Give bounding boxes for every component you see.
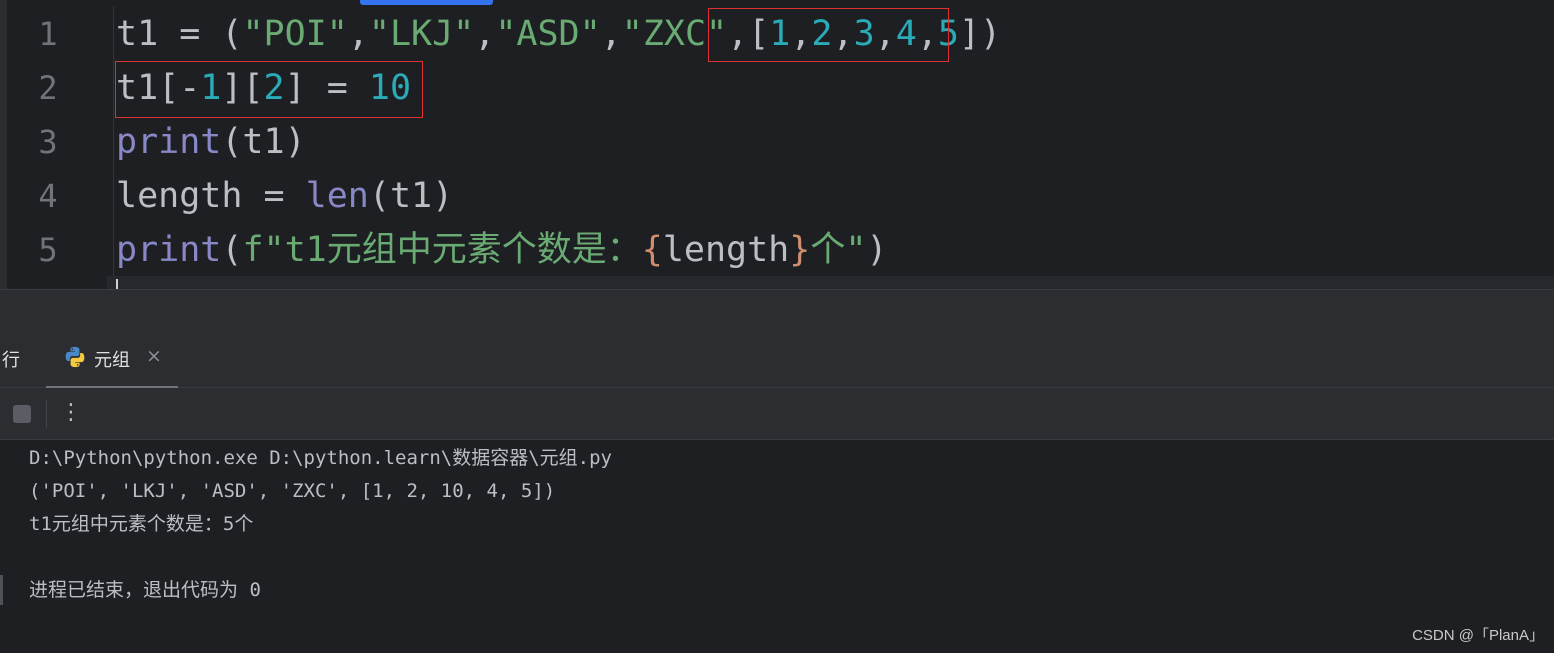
console-line: ('POI', 'LKJ', 'ASD', 'ZXC', [1, 2, 10, … — [29, 480, 556, 502]
stop-icon[interactable] — [13, 405, 31, 423]
code-token: { — [641, 230, 663, 270]
line-number: 2 — [38, 69, 58, 107]
code-token: ,[ — [727, 14, 770, 54]
code-token: 1 — [200, 68, 222, 108]
code-token: print — [116, 230, 222, 270]
run-panel-title: 行 — [2, 350, 20, 371]
line-number: 5 — [38, 231, 58, 269]
code-token: ] = — [284, 68, 369, 108]
code-token: ) — [866, 230, 888, 270]
code-token: t1 = ( — [116, 14, 243, 54]
code-token: , — [790, 14, 812, 54]
code-token: ( — [221, 230, 243, 270]
code-token: , — [874, 14, 896, 54]
line-number: 1 — [38, 15, 58, 53]
code-token: 个" — [810, 230, 867, 270]
toolbar-separator — [46, 400, 47, 428]
code-token: len — [305, 176, 369, 216]
code-token: 4 — [895, 14, 917, 54]
code-line-4[interactable]: length = len(t1) — [116, 169, 453, 223]
console-line: 进程已结束，退出代码为 0 — [29, 579, 261, 601]
run-tab-label: 元组 — [94, 350, 130, 371]
watermark: CSDN @「PlanA」 — [1412, 627, 1544, 644]
console-line: D:\Python\python.exe D:\python.learn\数据容… — [29, 447, 612, 469]
code-token: , — [916, 14, 938, 54]
code-token: length = — [116, 176, 306, 216]
console-output[interactable]: D:\Python\python.exe D:\python.learn\数据容… — [0, 441, 1554, 653]
python-icon — [65, 346, 85, 368]
code-token: f"t1元组中元素个数是： — [242, 230, 642, 270]
code-token: print — [116, 122, 222, 162]
code-token: , — [832, 14, 854, 54]
console-left-marker — [0, 575, 3, 605]
code-line-2[interactable]: t1[-1][2] = 10 — [116, 61, 411, 115]
code-token: 1 — [769, 14, 791, 54]
run-config-tab[interactable]: 元组 × — [46, 326, 178, 389]
code-token: "POI" — [242, 14, 348, 54]
indent-guide — [113, 6, 114, 276]
code-token: ]) — [958, 14, 1002, 54]
code-token: (t1) — [221, 122, 306, 162]
panel-separator — [0, 290, 1554, 326]
code-token: t1[- — [116, 68, 201, 108]
code-token: 5 — [937, 14, 959, 54]
run-toolbar: ⋮ — [0, 388, 1554, 440]
run-tool-window-header: 行 元组 × — [0, 326, 1554, 389]
code-token: 10 — [368, 68, 412, 108]
code-token: (t1) — [368, 176, 454, 216]
line-number: 3 — [38, 123, 58, 161]
code-token: length — [662, 230, 790, 270]
code-token: 2 — [811, 14, 833, 54]
code-line-1[interactable]: t1 = ("POI","LKJ","ASD","ZXC",[1,2,3,4,5… — [116, 7, 1001, 61]
code-line-5[interactable]: print(f"t1元组中元素个数是：{length}个") — [116, 223, 887, 277]
code-token: 2 — [263, 68, 285, 108]
code-editor[interactable]: 1 2 3 4 5 t1 = ("POI","LKJ","ASD","ZXC",… — [0, 0, 1554, 290]
code-token: 3 — [853, 14, 875, 54]
line-number-gutter: 1 2 3 4 5 — [7, 0, 107, 290]
code-token: "ZXC" — [621, 14, 728, 54]
editor-left-strip — [0, 0, 7, 290]
code-line-3[interactable]: print(t1) — [116, 115, 306, 169]
editor-tab-indicator — [360, 0, 493, 5]
code-token: "LKJ" — [368, 14, 475, 54]
code-token: , — [347, 14, 369, 54]
code-token: "ASD" — [495, 14, 601, 54]
line-number: 4 — [38, 177, 58, 215]
code-token: } — [789, 230, 811, 270]
code-token: , — [600, 14, 622, 54]
code-token: ][ — [221, 68, 264, 108]
console-line: t1元组中元素个数是：5个 — [29, 513, 254, 535]
close-tab-icon[interactable]: × — [146, 345, 162, 367]
code-token: , — [474, 14, 496, 54]
ide-window: 1 2 3 4 5 t1 = ("POI","LKJ","ASD","ZXC",… — [0, 0, 1554, 653]
current-line-highlight — [107, 276, 1554, 290]
more-options-icon[interactable]: ⋮ — [60, 398, 82, 428]
